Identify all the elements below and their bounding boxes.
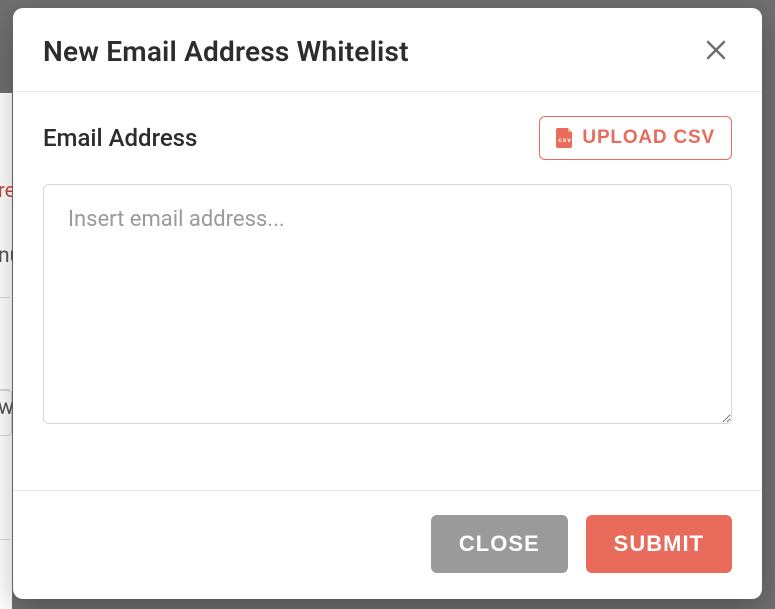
email-field-row: Email Address csv UPLOAD CSV: [43, 116, 732, 160]
background-text-fragment: w: [0, 396, 14, 420]
email-address-label: Email Address: [43, 124, 197, 152]
csv-file-icon: csv: [556, 128, 574, 148]
submit-button[interactable]: SUBMIT: [586, 515, 732, 573]
email-address-textarea[interactable]: [43, 184, 732, 424]
upload-csv-label: UPLOAD CSV: [582, 127, 715, 149]
modal-title: New Email Address Whitelist: [43, 35, 409, 68]
background-divider: [0, 539, 10, 540]
modal-body: Email Address csv UPLOAD CSV: [13, 92, 762, 490]
close-icon: [704, 38, 728, 65]
upload-csv-button[interactable]: csv UPLOAD CSV: [539, 116, 732, 160]
close-modal-button[interactable]: [700, 34, 732, 69]
background-divider: [0, 297, 10, 298]
close-button[interactable]: CLOSE: [431, 515, 568, 573]
svg-text:csv: csv: [559, 137, 572, 144]
background-panel: [0, 93, 12, 609]
modal-header: New Email Address Whitelist: [13, 8, 762, 92]
modal-footer: CLOSE SUBMIT: [13, 490, 762, 599]
new-email-whitelist-modal: New Email Address Whitelist Email Addres…: [13, 8, 762, 599]
